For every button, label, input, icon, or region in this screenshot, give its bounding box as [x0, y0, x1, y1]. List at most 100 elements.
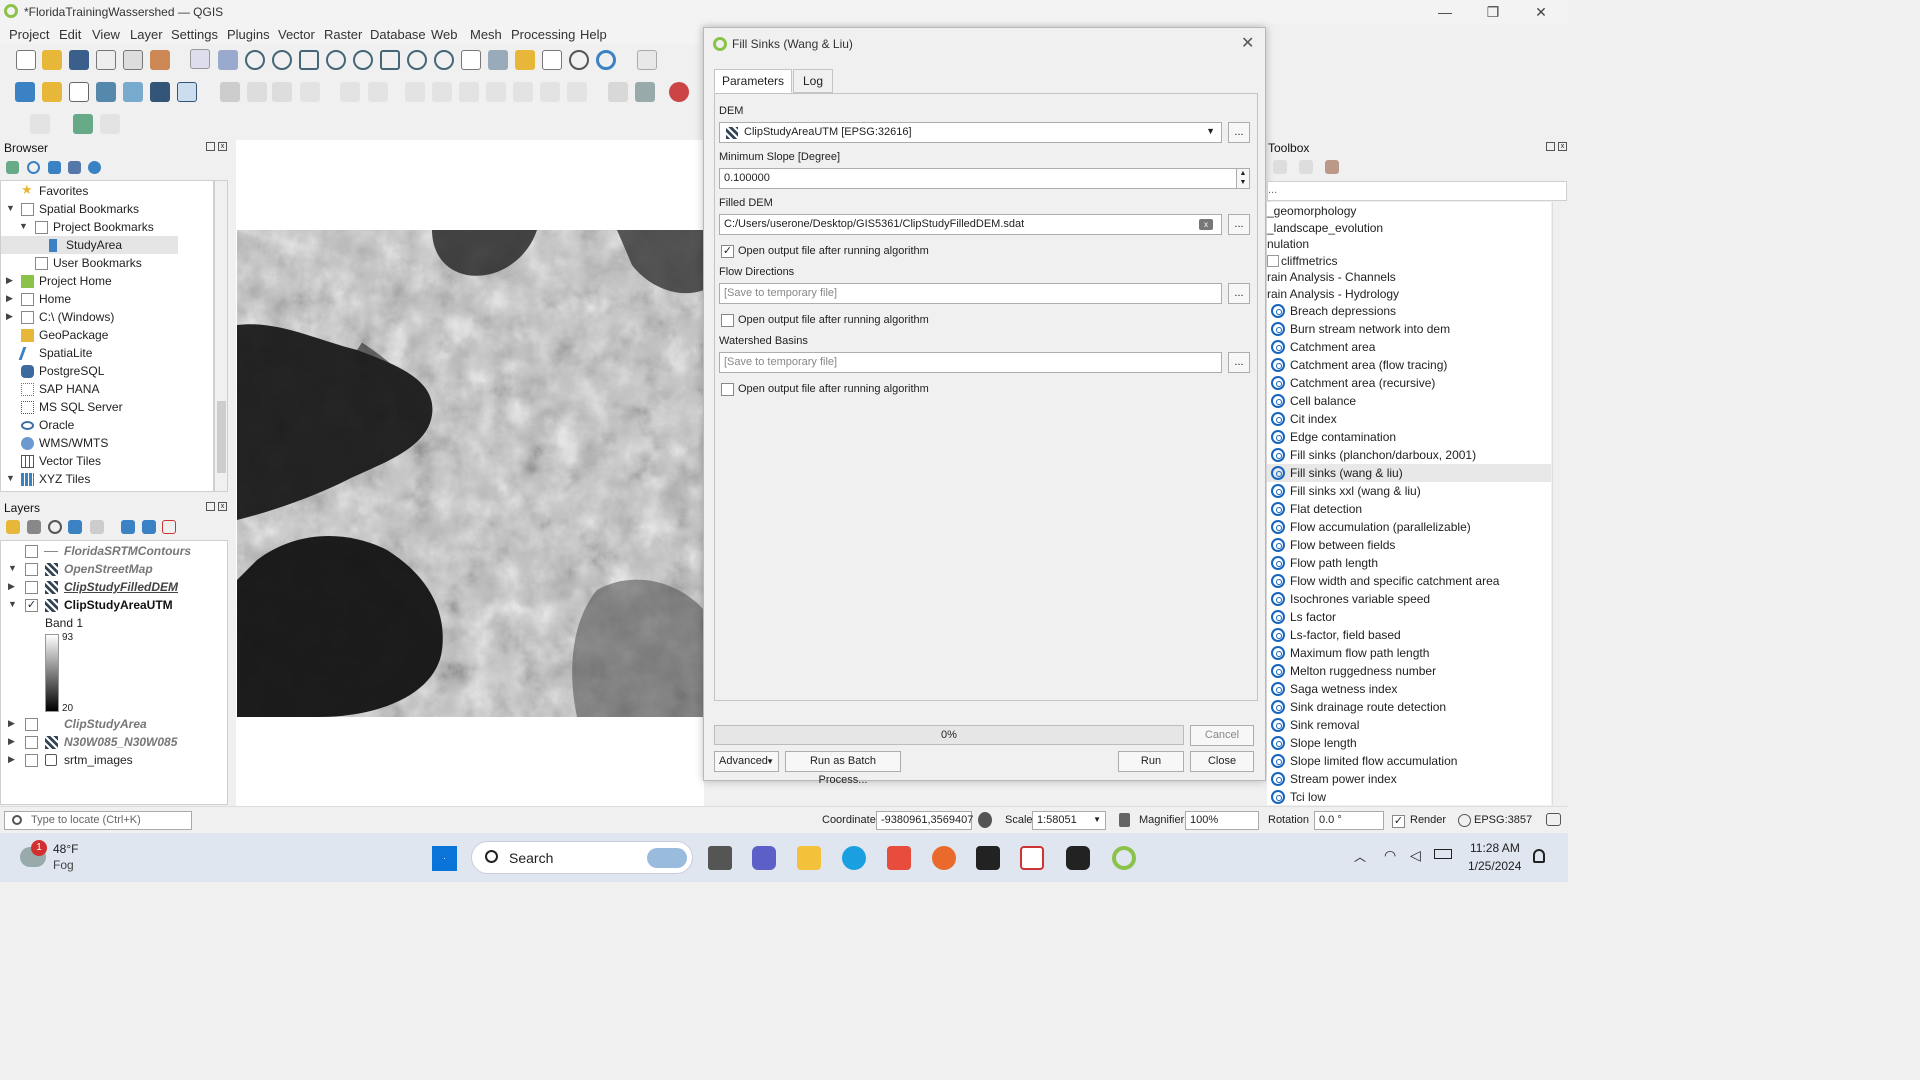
toolbox-algorithm[interactable]: Catchment area (flow tracing)	[1267, 356, 1551, 374]
toolbox-settings-icon[interactable]	[1325, 160, 1339, 174]
menu-vector[interactable]: Vector	[278, 27, 315, 42]
toolbox-tree[interactable]: _geomorphology _landscape_evolution nulati…	[1267, 202, 1551, 805]
toolbox-algorithm[interactable]: Fill sinks (wang & liu)	[1267, 464, 1551, 482]
pan-icon[interactable]	[190, 49, 210, 69]
min-slope-spinbox[interactable]: 0.100000	[719, 168, 1237, 189]
filter-expression-icon[interactable]	[90, 520, 104, 534]
chevron-up-icon[interactable]: ︿	[1354, 848, 1366, 865]
toolbox-algorithm[interactable]: Slope limited flow accumulation	[1267, 752, 1551, 770]
plugin-tool-icon[interactable]	[30, 114, 50, 134]
teams-icon[interactable]	[752, 846, 776, 870]
cancel-button[interactable]: Cancel	[1190, 725, 1254, 746]
filter-browser-icon[interactable]	[48, 161, 61, 174]
collapse-arrow-icon[interactable]: ▼	[19, 221, 28, 231]
layer-visibility-checkbox[interactable]	[25, 718, 38, 731]
toolbox-algorithm[interactable]: Edge contamination	[1267, 428, 1551, 446]
flow-directions-browse-button[interactable]: ...	[1228, 283, 1250, 304]
close-icon[interactable]: ✕	[1521, 2, 1561, 22]
toolbox-algorithm[interactable]: Sink drainage route detection	[1267, 698, 1551, 716]
notification-bell-icon[interactable]	[1533, 849, 1545, 863]
collapse-arrow-icon[interactable]: ▼	[6, 473, 15, 483]
layer-visibility-checkbox[interactable]	[25, 545, 38, 558]
menu-processing[interactable]: Processing	[511, 27, 575, 42]
layout-manager-icon[interactable]	[123, 50, 143, 70]
collapse-all-icon[interactable]	[68, 161, 81, 174]
task-view-icon[interactable]	[708, 846, 732, 870]
filled-dem-field[interactable]: C:/Users/userone/Desktop/GIS5361/ClipStu…	[719, 214, 1222, 235]
taskbar-search[interactable]: Search	[471, 841, 693, 874]
toolbox-algorithm[interactable]: Maximum flow path length	[1267, 644, 1551, 662]
qgis-taskbar-icon[interactable]	[1112, 846, 1136, 870]
new-map-view-icon[interactable]	[461, 50, 481, 70]
restore-icon[interactable]: ❐	[1473, 2, 1513, 22]
scrollbar-thumb[interactable]	[217, 401, 226, 473]
expand-arrow-icon[interactable]: ▶	[8, 754, 15, 765]
layer-row[interactable]: ▶ ClipStudyFilledDEM	[1, 578, 227, 596]
filled-dem-browse-button[interactable]: ...	[1228, 214, 1250, 235]
chevron-down-icon[interactable]: ▼	[1206, 126, 1215, 136]
start-icon[interactable]	[432, 846, 457, 871]
toolbox-algorithm[interactable]: Flat detection	[1267, 500, 1551, 518]
float-panel-icon[interactable]	[206, 142, 215, 151]
temporal-icon[interactable]	[569, 50, 589, 70]
layer-row[interactable]: ▶ ClipStudyArea	[1, 715, 227, 733]
float-panel-icon[interactable]	[206, 502, 215, 511]
new-mesh-layer-icon[interactable]	[177, 82, 197, 102]
refresh-icon[interactable]	[596, 50, 616, 70]
expand-arrow-icon[interactable]: ▶	[6, 311, 13, 322]
layers-tree[interactable]: FloridaSRTMContours ▼ OpenStreetMap ▶ Clip…	[0, 540, 228, 805]
open-output-checkbox[interactable]: ✓	[721, 245, 734, 258]
layer-row[interactable]: ▶ srtm_images	[1, 751, 227, 769]
paste-features-icon[interactable]	[513, 82, 533, 102]
toolbox-algorithm[interactable]: Breach depressions	[1267, 302, 1551, 320]
toolbox-algorithm[interactable]: Cit index	[1267, 410, 1551, 428]
store-icon[interactable]	[887, 846, 911, 870]
browser-item-vector-tiles[interactable]: Vector Tiles	[1, 452, 211, 470]
toolbox-algorithm[interactable]: Flow width and specific catchment area	[1267, 572, 1551, 590]
layer-visibility-checkbox[interactable]	[25, 736, 38, 749]
refresh-browser-icon[interactable]	[27, 161, 40, 174]
toolbox-algorithm[interactable]: Flow accumulation (parallelizable)	[1267, 518, 1551, 536]
collapse-all-icon[interactable]	[142, 520, 156, 534]
minimize-icon[interactable]: —	[1425, 2, 1465, 22]
close-panel-icon[interactable]: x	[1558, 142, 1567, 151]
new-project-icon[interactable]	[16, 50, 36, 70]
rotation-spinbox[interactable]: 0.0 °	[1314, 811, 1384, 830]
browser-item-project-home[interactable]: ▶ Project Home	[1, 272, 211, 290]
pan-to-selection-icon[interactable]	[218, 50, 238, 70]
copy-features-icon[interactable]	[486, 82, 506, 102]
firefox-icon[interactable]	[932, 846, 956, 870]
terminal-icon[interactable]	[976, 846, 1000, 870]
clock-date[interactable]: 1/25/2024	[1468, 859, 1521, 873]
fill-sinks-dialog[interactable]: Fill Sinks (Wang & Liu) ✕ Parameters Log…	[703, 27, 1266, 786]
zoom-in-icon[interactable]	[245, 50, 265, 70]
toolbox-algorithm[interactable]: Flow path length	[1267, 554, 1551, 572]
tab-log[interactable]: Log	[793, 69, 833, 93]
edge-icon[interactable]	[842, 846, 866, 870]
toolbox-algorithm[interactable]: Cell balance	[1267, 392, 1551, 410]
layer-visibility-checkbox[interactable]	[25, 563, 38, 576]
float-panel-icon[interactable]	[1546, 142, 1555, 151]
models-icon[interactable]	[1273, 160, 1287, 174]
rmarkdown-icon[interactable]	[1066, 846, 1090, 870]
menu-edit[interactable]: Edit	[59, 27, 81, 42]
toolbox-algorithm[interactable]: Fill sinks xxl (wang & liu)	[1267, 482, 1551, 500]
modify-attributes-icon[interactable]	[405, 82, 425, 102]
watershed-browse-button[interactable]: ...	[1228, 352, 1250, 373]
run-button[interactable]: Run	[1118, 751, 1184, 772]
dem-browse-button[interactable]: ...	[1228, 122, 1250, 143]
python-console-icon[interactable]	[73, 114, 93, 134]
toolbox-group[interactable]: _geomorphology	[1267, 202, 1551, 220]
close-panel-icon[interactable]: x	[218, 502, 227, 511]
new-virtual-layer-icon[interactable]	[123, 82, 143, 102]
toolbox-algorithm[interactable]: Catchment area	[1267, 338, 1551, 356]
browser-item-sap-hana[interactable]: SAP HANA	[1, 380, 211, 398]
zoom-selection-icon[interactable]	[326, 50, 346, 70]
toolbox-group[interactable]: cliffmetrics	[1267, 252, 1551, 270]
expand-arrow-icon[interactable]: ▶	[6, 293, 13, 304]
browser-item-oracle[interactable]: Oracle	[1, 416, 211, 434]
snipping-tool-icon[interactable]	[1020, 846, 1044, 870]
add-selected-layers-icon[interactable]	[6, 161, 19, 174]
show-bookmarks-icon[interactable]	[542, 50, 562, 70]
layer-visibility-checkbox[interactable]: ✓	[25, 599, 38, 612]
